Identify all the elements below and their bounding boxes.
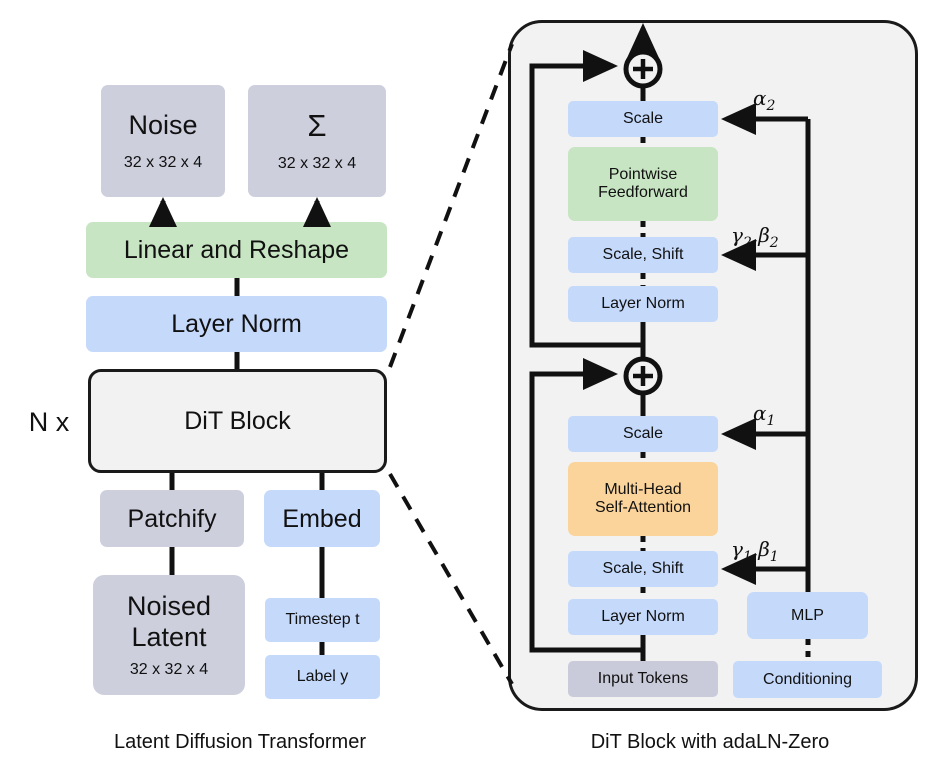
scale-box-top: Scale	[568, 101, 718, 137]
layer-norm-label-left: Layer Norm	[171, 310, 302, 338]
scale-shift-label-top: Scale, Shift	[602, 246, 684, 264]
input-tokens-label: Input Tokens	[597, 670, 689, 688]
noised-latent-line1: Noised	[126, 591, 212, 622]
conditioning-label: Conditioning	[763, 670, 852, 688]
noised-latent-line2: Latent	[131, 621, 207, 652]
scale-label-top: Scale	[622, 110, 664, 128]
noised-latent-shape: 32 x 32 x 4	[129, 660, 209, 678]
multi-head-attention-line2: Self-Attention	[594, 499, 692, 516]
left-figure-caption: Latent Diffusion Transformer	[114, 731, 366, 753]
timestep-label: Timestep t	[285, 611, 360, 629]
layer-norm-box-top: Layer Norm	[568, 286, 718, 322]
dit-block-label: DiT Block	[184, 407, 291, 435]
repeat-count-label: N x	[28, 406, 70, 437]
label-y-box: Label y	[265, 655, 380, 699]
noised-latent-box: Noised Latent 32 x 32 x 4	[93, 575, 245, 695]
scale-shift-label-bottom: Scale, Shift	[602, 560, 684, 578]
zoom-guide-lines	[388, 43, 514, 686]
layer-norm-box-left: Layer Norm	[86, 296, 387, 352]
layer-norm-label-top: Layer Norm	[601, 295, 685, 313]
linear-and-reshape-box: Linear and Reshape	[86, 222, 387, 278]
noise-box-title: Noise	[128, 110, 198, 141]
patchify-box: Patchify	[100, 490, 244, 547]
pointwise-feedforward-box: Pointwise Feedforward	[568, 147, 718, 221]
multi-head-attention-line1: Multi-Head	[604, 481, 682, 499]
noise-box-shape: 32 x 32 x 4	[123, 153, 203, 171]
sigma-box-title: Σ	[307, 108, 327, 144]
scale-box-bottom: Scale	[568, 416, 718, 452]
timestep-box: Timestep t	[265, 598, 380, 642]
conditioning-box: Conditioning	[733, 661, 882, 698]
embed-label: Embed	[282, 504, 362, 533]
mlp-label: MLP	[791, 606, 824, 624]
right-figure-caption: DiT Block with adaLN-Zero	[590, 731, 830, 753]
pointwise-feedforward-line1: Pointwise	[608, 166, 678, 184]
pointwise-feedforward-line2: Feedforward	[598, 184, 688, 201]
layer-norm-box-bottom: Layer Norm	[568, 599, 718, 635]
figure-canvas: Noise 32 x 32 x 4 Σ 32 x 32 x 4 Linear a…	[0, 0, 930, 772]
embed-box: Embed	[264, 490, 380, 547]
layer-norm-label-bottom: Layer Norm	[601, 608, 685, 626]
scale-shift-box-top: Scale, Shift	[568, 237, 718, 273]
noise-output-box: Noise 32 x 32 x 4	[101, 85, 225, 197]
linear-and-reshape-label: Linear and Reshape	[123, 236, 350, 264]
sigma-output-box: Σ 32 x 32 x 4	[248, 85, 386, 197]
scale-shift-box-bottom: Scale, Shift	[568, 551, 718, 587]
label-y-label: Label y	[296, 668, 349, 686]
sigma-box-shape: 32 x 32 x 4	[277, 154, 357, 172]
patchify-label: Patchify	[127, 504, 217, 533]
dit-block-box: DiT Block	[88, 369, 387, 473]
multi-head-self-attention-box: Multi-Head Self-Attention	[568, 462, 718, 536]
mlp-box: MLP	[747, 592, 868, 639]
scale-label-bottom: Scale	[622, 425, 664, 443]
input-tokens-box: Input Tokens	[568, 661, 718, 697]
